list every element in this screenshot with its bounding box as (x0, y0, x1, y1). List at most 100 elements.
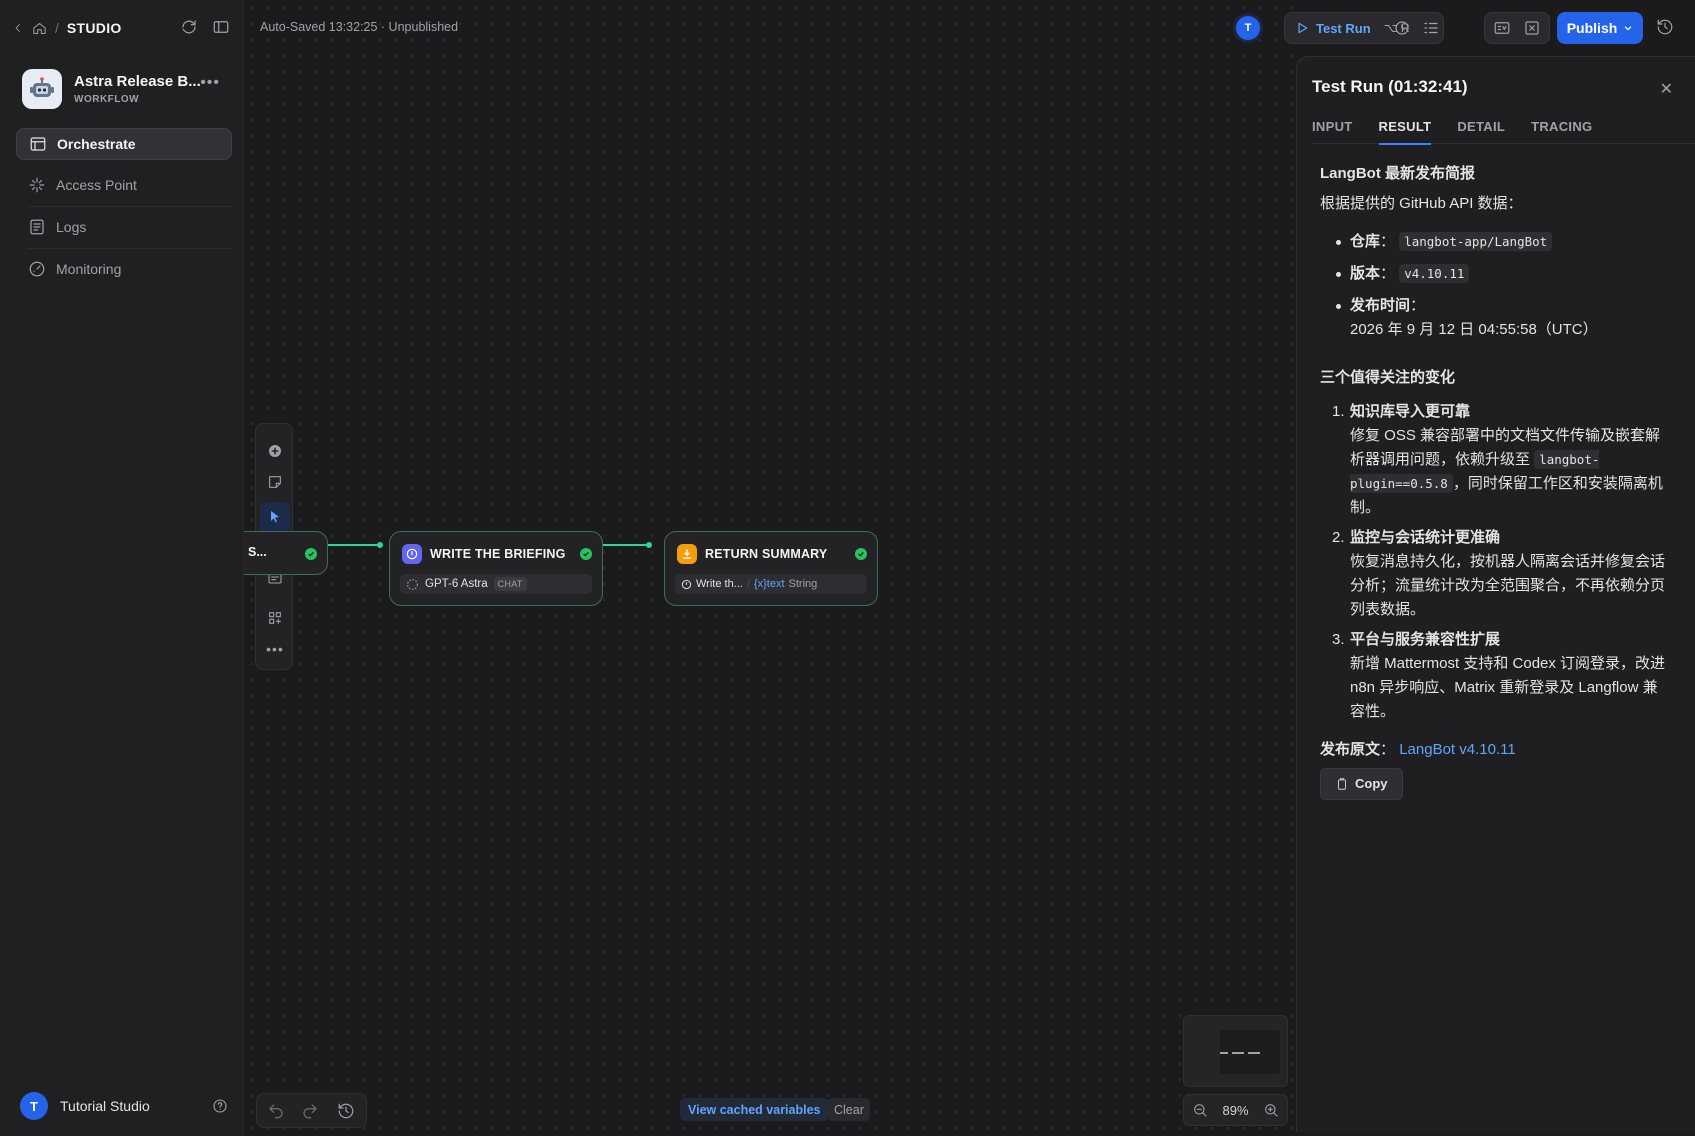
test-run-panel: Test Run (01:32:41) ✕ INPUT RESULT DETAI… (1296, 56, 1695, 1132)
change-title: 平台与服务兼容性扩展 (1350, 631, 1501, 648)
sidebar-toggle-icon[interactable] (212, 18, 230, 36)
autosave-status: Auto-Saved 13:32:25 · Unpublished (260, 20, 459, 34)
add-node-icon[interactable] (265, 441, 285, 461)
back-chevron-icon[interactable] (12, 22, 24, 34)
result-heading: LangBot 最新发布简报 (1320, 165, 1475, 182)
zoom-in-icon[interactable] (1263, 1102, 1279, 1118)
sidebar-item-logs[interactable]: Logs (16, 211, 232, 243)
end-icon (677, 544, 697, 564)
list-number: 3. (1332, 631, 1345, 648)
sidebar-item-label: Logs (56, 219, 87, 235)
more-options-icon[interactable]: ••• (200, 74, 220, 92)
repo-code: langbot-app/LangBot (1399, 232, 1553, 251)
app-name: Astra Release B... (74, 73, 201, 90)
sidebar-nav: Orchestrate Access Point Logs Monitoring (16, 128, 232, 294)
panel-title: Test Run (01:32:41) (1312, 77, 1468, 96)
path-separator: / (746, 578, 750, 590)
pointer-mode-icon[interactable] (260, 502, 290, 532)
add-note-icon[interactable] (265, 472, 285, 492)
version-history-icon[interactable] (1656, 18, 1674, 36)
zoom-out-icon[interactable] (1192, 1102, 1208, 1118)
sidebar-item-label: Orchestrate (57, 136, 136, 152)
monitoring-icon (28, 260, 46, 278)
changes-list: 1. 知识库导入更可靠 修复 OSS 兼容部署中的文档文件传输及嵌套解析器调用问… (1320, 400, 1672, 724)
tab-detail[interactable]: DETAIL (1457, 111, 1505, 144)
result-intro: 根据提供的 GitHub API 数据： (1320, 195, 1523, 212)
help-icon[interactable] (212, 1098, 228, 1114)
list-number: 2. (1332, 529, 1345, 546)
list-item: 2. 监控与会话统计更准确 恢复消息持久化，按机器人隔离会话并修复会话分析；流量… (1332, 526, 1672, 622)
close-icon[interactable]: ✕ (1660, 79, 1673, 99)
model-icon (406, 578, 419, 591)
publish-button[interactable]: Publish (1557, 12, 1643, 44)
release-time: 2026 年 9 月 12 日 04:55:58（UTC） (1350, 321, 1598, 338)
start-node[interactable]: S... (244, 531, 328, 575)
tab-tracing[interactable]: TRACING (1531, 111, 1592, 144)
more-tools-icon[interactable]: ••• (265, 639, 285, 659)
minimap[interactable] (1183, 1015, 1288, 1087)
user-row[interactable]: T Tutorial Studio (20, 1092, 228, 1120)
llm-icon (402, 544, 422, 564)
copy-label: Copy (1355, 776, 1388, 791)
model-selector[interactable]: GPT-6 Astra CHAT (400, 574, 592, 594)
run-history-icon[interactable] (1393, 19, 1411, 37)
avatar: T (20, 1092, 48, 1120)
tab-result[interactable]: RESULT (1378, 111, 1432, 145)
studio-breadcrumb[interactable]: STUDIO (67, 20, 122, 36)
home-icon[interactable] (32, 21, 47, 36)
result-content: LangBot 最新发布简报 根据提供的 GitHub API 数据： 仓库： … (1320, 162, 1672, 800)
organize-nodes-icon[interactable] (265, 608, 285, 628)
success-check-icon (305, 548, 317, 560)
panel-tabs: INPUT RESULT DETAIL TRACING (1312, 111, 1695, 145)
release-link[interactable]: LangBot v4.10.11 (1399, 741, 1515, 758)
env-tools-group (1484, 12, 1550, 44)
sidebar-item-orchestrate[interactable]: Orchestrate (16, 128, 232, 160)
model-tag: CHAT (493, 577, 527, 591)
sync-icon[interactable] (180, 18, 198, 36)
edge-handle[interactable] (377, 542, 383, 548)
minimap-node (1248, 1052, 1260, 1054)
version-code: v4.10.11 (1399, 264, 1470, 283)
list-item: 1. 知识库导入更可靠 修复 OSS 兼容部署中的文档文件传输及嵌套解析器调用问… (1332, 400, 1672, 520)
edge-handle[interactable] (646, 542, 652, 548)
zoom-level[interactable]: 89% (1222, 1103, 1248, 1118)
changes-heading: 三个值得关注的变化 (1320, 369, 1456, 386)
sidebar-item-label: Access Point (56, 177, 137, 193)
undo-redo-group (256, 1093, 367, 1128)
env-variables-icon[interactable] (1493, 19, 1511, 37)
conversation-variables-icon[interactable] (1523, 19, 1541, 37)
change-history-icon[interactable] (337, 1102, 355, 1120)
view-cached-variables-button[interactable]: View cached variables (680, 1098, 829, 1121)
tab-input[interactable]: INPUT (1312, 111, 1353, 144)
sidebar: / STUDIO Astra Release B... WORKFLOW ••• (0, 0, 244, 1136)
source-separator: ： (1380, 741, 1396, 758)
variable-source: Write th... (696, 578, 743, 590)
clipboard-icon (1335, 777, 1349, 791)
minimap-node (1232, 1052, 1244, 1054)
sidebar-item-monitoring[interactable]: Monitoring (16, 253, 232, 285)
collaborator-avatar[interactable]: T (1236, 16, 1260, 40)
minimap-node (1220, 1052, 1228, 1054)
chevron-down-icon (1623, 23, 1633, 33)
bullet-separator: ： (1380, 233, 1396, 250)
release-info-list: 仓库： langbot-app/LangBot 版本： v4.10.11 发布时… (1320, 230, 1672, 342)
undo-icon[interactable] (267, 1102, 285, 1120)
edge-start-to-llm[interactable] (320, 544, 380, 546)
change-text: 恢复消息持久化，按机器人隔离会话并修复会话分析；流量统计改为全范围聚合，不再依赖… (1350, 553, 1666, 618)
llm-node[interactable]: WRITE THE BRIEFING GPT-6 Astra CHAT (389, 531, 603, 606)
app-card[interactable]: Astra Release B... WORKFLOW ••• (22, 66, 222, 112)
bullet-separator: ： (1380, 265, 1396, 282)
sidebar-item-access-point[interactable]: Access Point (16, 169, 232, 201)
end-node[interactable]: RETURN SUMMARY Write th... / {x}text Str… (664, 531, 878, 606)
checklist-icon[interactable] (1422, 19, 1440, 37)
variable-source-icon (681, 579, 692, 590)
test-run-button[interactable]: Test Run ⌥ R (1285, 21, 1409, 36)
output-variable[interactable]: Write th... / {x}text String (675, 574, 867, 594)
redo-icon[interactable] (301, 1102, 319, 1120)
end-node-title: RETURN SUMMARY (705, 547, 828, 561)
play-icon (1295, 21, 1309, 35)
clear-button[interactable]: Clear (828, 1098, 870, 1121)
copy-button[interactable]: Copy (1320, 768, 1403, 800)
start-node-title: S... (248, 545, 267, 559)
zoom-controls: 89% (1183, 1094, 1288, 1126)
